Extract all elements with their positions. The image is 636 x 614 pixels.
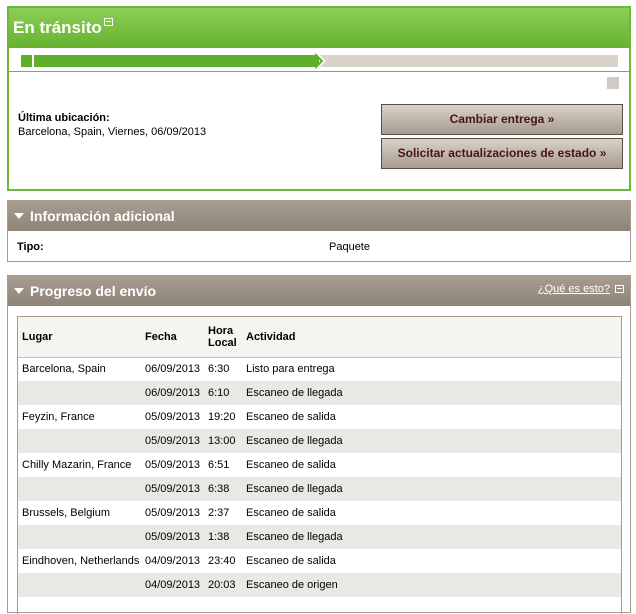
last-location-value: Barcelona, Spain, Viernes, 06/09/2013 xyxy=(18,126,207,138)
cell-date: 05/09/2013 xyxy=(145,483,201,495)
help-box-icon[interactable] xyxy=(615,285,624,293)
cell-location: Brussels, Belgium xyxy=(22,507,111,519)
progress-table-container[interactable]: Lugar Fecha Hora Local Actividad Barcelon… xyxy=(17,316,622,614)
cell-date: 04/09/2013 xyxy=(145,555,201,567)
cell-local-time: 23:40 xyxy=(208,555,236,567)
last-location-label: Última ubicación: xyxy=(18,112,110,124)
column-header-date: Fecha xyxy=(145,330,177,343)
cell-activity: Escaneo de salida xyxy=(246,459,336,471)
cell-date: 05/09/2013 xyxy=(145,531,201,543)
cell-date: 06/09/2013 xyxy=(145,387,201,399)
transit-header: En tránsito xyxy=(9,8,629,48)
collapse-triangle-icon[interactable] xyxy=(14,288,24,294)
scroll-handle[interactable] xyxy=(607,77,619,89)
cell-local-time: 13:00 xyxy=(208,435,236,447)
cell-local-time: 20:03 xyxy=(208,579,236,591)
table-row: 05/09/2013 13:00 Escaneo de llegada xyxy=(18,429,621,453)
cell-location xyxy=(18,381,145,405)
progress-bar xyxy=(21,53,618,69)
table-row: 05/09/2013 1:38 Escaneo de llegada xyxy=(18,525,621,549)
type-value: Paquete xyxy=(329,241,370,253)
type-label: Tipo: xyxy=(17,241,44,253)
table-row: 05/09/2013 6:38 Escaneo de llegada xyxy=(18,477,621,501)
cell-activity: Listo para entrega xyxy=(246,363,335,376)
cell-date: 06/09/2013 xyxy=(145,363,201,376)
table-body: Barcelona, Spain 06/09/2013 6:30 Listo para… xyxy=(18,357,621,597)
cell-location xyxy=(18,477,145,501)
progress-bar-fill xyxy=(21,55,320,67)
collapse-triangle-icon[interactable] xyxy=(14,213,24,219)
column-header-local-time: Hora Local xyxy=(208,317,246,357)
progress-segment-divider xyxy=(32,55,34,67)
additional-info-title: Información adicional xyxy=(30,208,175,224)
table-row: Brussels, Belgium 05/09/2013 2:37 Escaneo d… xyxy=(18,501,621,525)
transit-title: En tránsito xyxy=(13,18,102,37)
cell-local-time: 19:20 xyxy=(208,411,236,423)
table-row: Barcelona, Spain 06/09/2013 6:30 Listo para… xyxy=(18,357,621,381)
additional-info-header[interactable]: Información adicional xyxy=(8,201,630,231)
shipment-progress-title: Progreso del envío xyxy=(30,283,157,299)
cell-activity: Escaneo de llegada xyxy=(246,483,343,495)
cell-location: Chilly Mazarin, France xyxy=(22,459,132,471)
cell-local-time: 6:51 xyxy=(208,459,230,471)
table-row: 04/09/2013 20:03 Escaneo de origen xyxy=(18,573,621,597)
cell-location: Feyzin, France xyxy=(22,411,95,423)
cell-date: 05/09/2013 xyxy=(145,435,201,447)
change-delivery-button[interactable]: Cambiar entrega » xyxy=(381,104,623,135)
cell-location: Barcelona, Spain xyxy=(22,363,106,376)
transit-status-panel: En tránsito Última ubicación: Barcelona,… xyxy=(7,6,631,191)
whats-this-link[interactable]: ¿Qué es esto? xyxy=(538,283,610,295)
column-header-local-time-line2: Local xyxy=(208,336,237,349)
table-row: Chilly Mazarin, France 05/09/2013 6:51 Esca… xyxy=(18,453,621,477)
cell-date: 05/09/2013 xyxy=(145,459,201,471)
cell-activity: Escaneo de salida xyxy=(246,507,336,519)
progress-table: Lugar Fecha Hora Local Actividad Barcelon… xyxy=(18,317,621,597)
additional-info-panel: Información adicional Tipo: Paquete xyxy=(7,200,631,262)
help-box-icon[interactable] xyxy=(104,18,113,26)
column-header-local-time-line1: Hora xyxy=(208,324,234,337)
cell-activity: Escaneo de llegada xyxy=(246,531,343,543)
cell-date: 04/09/2013 xyxy=(145,579,201,591)
cell-activity: Escaneo de salida xyxy=(246,411,336,423)
column-header-activity: Actividad xyxy=(246,330,296,343)
cell-activity: Escaneo de llegada xyxy=(246,387,343,399)
table-row: 06/09/2013 6:10 Escaneo de llegada xyxy=(18,381,621,405)
cell-activity: Escaneo de llegada xyxy=(246,435,343,447)
cell-local-time: 6:38 xyxy=(208,483,230,495)
table-row: Eindhoven, Netherlands 04/09/2013 23:40 Esc… xyxy=(18,549,621,573)
cell-date: 05/09/2013 xyxy=(145,507,201,519)
cell-location xyxy=(18,525,145,549)
shipment-progress-header[interactable]: Progreso del envío ¿Qué es esto? xyxy=(8,276,630,306)
cell-date: 05/09/2013 xyxy=(145,411,201,423)
cell-local-time: 6:30 xyxy=(208,363,230,376)
cell-activity: Escaneo de origen xyxy=(246,579,338,591)
column-header-location: Lugar xyxy=(22,330,53,343)
shipment-progress-panel: Progreso del envío ¿Qué es esto? Lugar F… xyxy=(7,275,631,614)
table-header-row: Lugar Fecha Hora Local Actividad xyxy=(18,317,621,357)
cell-local-time: 2:37 xyxy=(208,507,230,519)
table-row: Feyzin, France 05/09/2013 19:20 Escaneo de … xyxy=(18,405,621,429)
cell-activity: Escaneo de salida xyxy=(246,555,336,567)
request-status-updates-button[interactable]: Solicitar actualizaciones de estado » xyxy=(381,138,623,169)
cell-location: Eindhoven, Netherlands xyxy=(22,555,140,567)
progress-chevron-icon xyxy=(315,53,326,69)
cell-local-time: 6:10 xyxy=(208,387,230,399)
cell-location xyxy=(18,573,145,597)
cell-location xyxy=(18,429,145,453)
cell-local-time: 1:38 xyxy=(208,531,230,543)
divider xyxy=(9,71,629,72)
